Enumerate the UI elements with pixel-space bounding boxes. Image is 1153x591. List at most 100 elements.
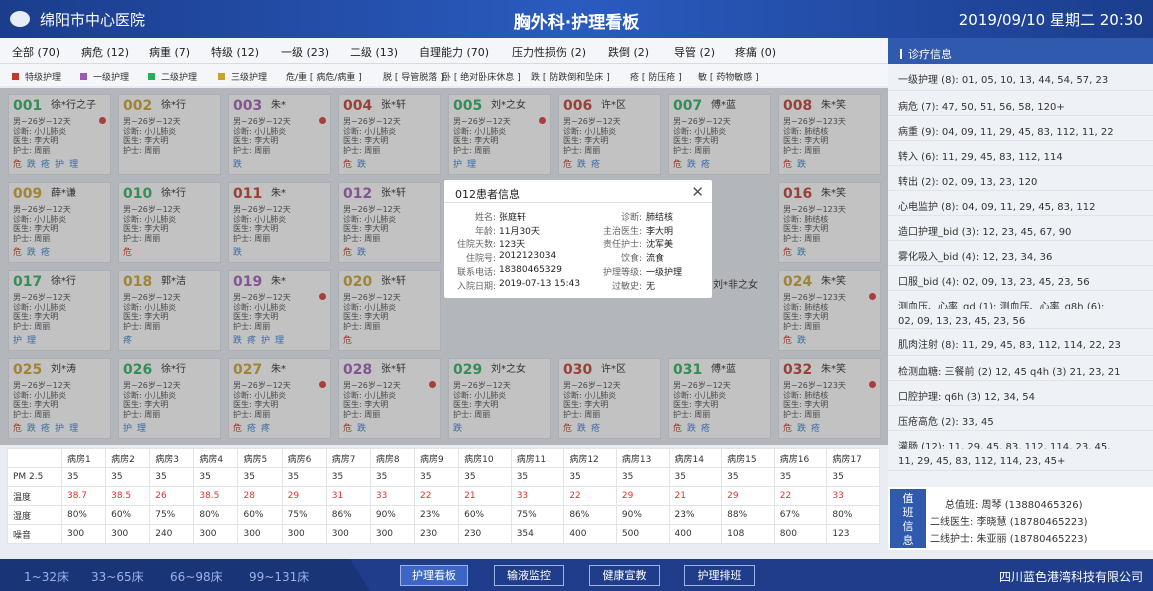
env-cell: 60% [237,505,283,525]
filter-tab[interactable]: 病危 (12) [81,44,129,60]
sidebar-row: 口服_bid (4): 02, 09, 13, 23, 45, 23, 56 [888,266,1153,291]
env-cell: 500 [615,524,670,544]
datetime: 2019/09/10 星期二 20:30 [958,11,1143,29]
environment-table: 病房1 病房2 病房3 病房4 病房5 病房6 病房7 病房8 病房9 病房10 病房11 病房12 病… [7,448,880,544]
env-cell: 35 [721,467,775,487]
filter-tab[interactable]: 全部 (70) [12,44,60,60]
env-cell: 35 [281,467,327,487]
env-cell: 29 [721,486,775,506]
modal-field-value: 沈军美 [646,240,674,251]
modal-field-label: 护理等级: [602,267,642,278]
nav-button[interactable]: 护理看板 [400,565,468,586]
env-cell: 22 [413,486,460,506]
filter-tab[interactable]: 跌倒 (2) [608,44,649,60]
modal-field-value: 2012123034 [499,251,557,262]
duty-badge-char: 信 [902,520,914,533]
env-cell: 300 [281,524,327,544]
room-header: 病房1 [60,448,107,468]
env-cell: 80% [60,505,107,525]
filter-tab[interactable]: 疼痛 (0) [735,44,776,60]
sidebar-row: 雾化吸入_bid (4): 12, 23, 34, 36 [888,241,1153,266]
bed-range-tab[interactable]: 99~131床 [249,568,309,585]
duty-nurse: 二线护士: 朱亚丽 (18780465223) [930,534,1088,545]
legend-label: 危/重 [ 病危/病重 ] [286,73,362,83]
legend-item: 一级护理 [80,70,129,83]
room-header: 病房8 [369,448,415,468]
env-cell: 35 [615,467,670,487]
sidebar-row: 检测血糖: 三餐前 (2) 12, 45 q4h (3) 21, 23, 21 [888,356,1153,381]
legend-label: 一级护理 [93,73,130,83]
bed-range-tab[interactable]: 66~98床 [170,568,223,585]
close-icon[interactable]: ✕ [691,183,704,201]
env-cell: 35 [510,467,565,487]
env-cell: 38.5 [105,486,151,506]
env-cell: 22 [563,486,617,506]
env-cell: 35 [369,467,415,487]
room-header: 病房6 [281,448,327,468]
legend-label: 三级护理 [231,73,268,83]
filter-tab[interactable]: 二级 (13) [350,44,398,60]
room-header: 病房4 [193,448,239,468]
env-cell: 60% [105,505,151,525]
filter-tab[interactable]: 压力性损伤 (2) [512,44,586,60]
env-cell: 35 [325,467,371,487]
bed-range-tab[interactable]: 1~32床 [24,568,69,585]
sidebar-row: 转出 (2): 02, 09, 13, 23, 120 [888,166,1153,191]
env-cell: 22 [773,486,828,506]
sidebar-row: 灌肠 (12): 11, 29, 45, 83, 112, 114, 23, 4… [898,442,1111,449]
nav-button[interactable]: 健康宣教 [589,565,660,586]
room-header: 病房12 [563,448,617,468]
modal-field-value: 123天 [499,240,526,251]
env-corner [7,448,62,468]
env-row-label: 湿度 [7,505,62,525]
env-header-row: 病房1 病房2 病房3 病房4 病房5 病房6 病房7 病房8 病房9 病房10 病房11 病房12 病… [7,448,880,468]
sidebar-row: 压疮高危 (2): 33, 45 [888,406,1153,431]
modal-field-value: 肺结核 [646,213,674,223]
env-cell: 23% [413,505,460,525]
sidebar-row: 病危 (7): 47, 50, 51, 56, 58, 120+ [888,91,1153,116]
filter-tab[interactable]: 导管 (2) [674,44,715,60]
env-cell: 75% [149,505,195,525]
env-cell: 88% [721,505,775,525]
env-cell: 33 [510,486,565,506]
patient-info-modal: 012患者信息 ✕ 姓名: 张庭轩 年龄: 11月30天 住院天数: 123天 住院号: 20… [444,180,712,298]
legend-label: 二级护理 [161,73,198,83]
nav-button[interactable]: 护理排班 [684,565,755,586]
sidebar-row: 测血压、心率_qd (1): 测血压、心率_q8h (6): [898,302,1105,309]
room-header: 病房10 [458,448,512,468]
modal-field-label: 责任护士: [602,240,642,251]
header-bar: 绵阳市中心医院 胸外科·护理看板 2019/09/10 星期二 20:30 [0,0,1153,38]
legend-label: 卧 [ 绝对卧床休息 ] [442,73,521,83]
sidebar-row: 心电监护 (8): 04, 09, 11, 29, 45, 83, 112 [888,191,1153,216]
env-cell: 33 [826,486,880,506]
env-cell: 400 [668,524,723,544]
sidebar-row: 病重 (9): 04, 09, 11, 29, 45, 83, 112, 11,… [888,116,1153,141]
env-cell: 31 [325,486,371,506]
room-header: 病房17 [826,448,880,468]
filter-tab[interactable]: 自理能力 (70) [419,44,489,60]
env-cell: 33 [369,486,415,506]
bed-range-tab[interactable]: 33~65床 [91,568,144,585]
env-cell: 80% [193,505,239,525]
env-row: 噪音 300 300 240 300 300 300 300 300 230 230 354 400 50… [7,524,880,544]
legend-item: 卧 [ 绝对卧床休息 ] [442,70,521,83]
env-cell: 35 [105,467,151,487]
filter-tab[interactable]: 病重 (7) [149,44,190,60]
legend-swatch [148,73,155,80]
filter-tab[interactable]: 一级 (23) [281,44,329,60]
env-row-label: PM 2.5 [7,467,62,487]
sidebar-row: 11, 29, 45, 83, 112, 114, 23, 45+ [888,449,1153,471]
env-cell: 38.5 [193,486,239,506]
modal-field-label: 联系电话: [456,267,496,278]
env-row-label: 噪音 [7,524,62,544]
env-cell: 29 [615,486,670,506]
env-cell: 300 [193,524,239,544]
modal-field-value: 2019-07-13 15:43 [499,278,581,289]
sidebar-row: 02, 09, 13, 23, 45, 23, 56 [888,309,1153,329]
nav-button[interactable]: 输液监控 [494,565,564,586]
modal-field-value: 张庭轩 [499,213,527,223]
env-cell: 35 [413,467,460,487]
modal-field-label: 饮食: [620,254,642,265]
filter-tab[interactable]: 特级 (12) [211,44,259,60]
legend-label: 敏 [ 药物敏感 ] [698,73,759,83]
